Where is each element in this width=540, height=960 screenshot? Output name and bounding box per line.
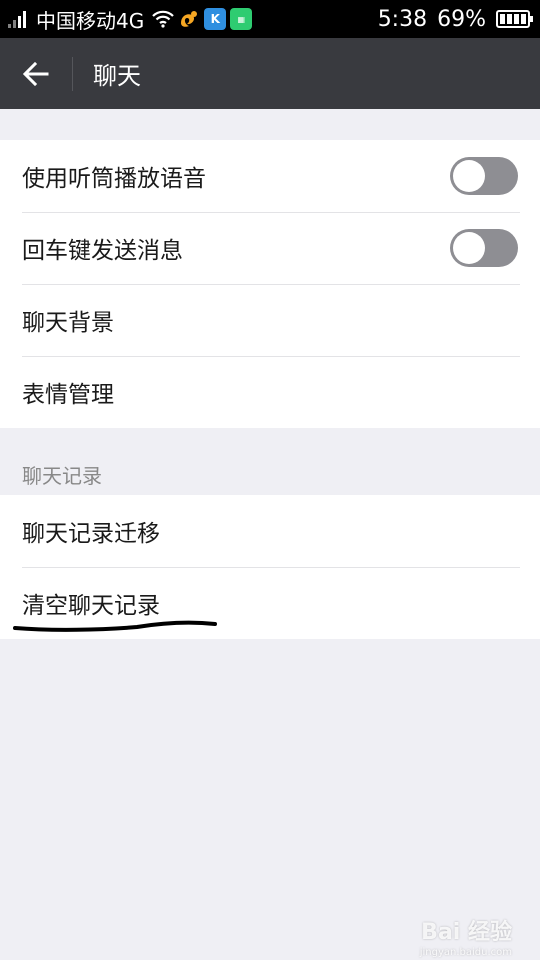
migrate-chat-history-row[interactable]: 聊天记录迁移: [0, 495, 540, 567]
back-button[interactable]: [0, 38, 72, 109]
carrier-label: 中国移动4G: [36, 8, 145, 33]
migrate-chat-history-label: 聊天记录迁移: [22, 521, 160, 547]
app-icon: ▦: [230, 8, 253, 30]
sticker-management-label: 表情管理: [22, 382, 114, 408]
watermark-text: Bai 经验: [421, 920, 512, 945]
uc-browser-icon: [178, 8, 200, 30]
chat-background-row[interactable]: 聊天背景: [0, 284, 540, 356]
earpiece-playback-label: 使用听筒播放语音: [22, 166, 206, 192]
enter-to-send-toggle[interactable]: [450, 229, 518, 267]
action-bar: 聊天: [0, 38, 540, 109]
earpiece-playback-row[interactable]: 使用听筒播放语音: [0, 140, 540, 212]
earpiece-playback-toggle[interactable]: [450, 157, 518, 195]
chat-settings-group: 使用听筒播放语音 回车键发送消息 聊天背景 表情管理: [0, 140, 540, 428]
enter-to-send-row[interactable]: 回车键发送消息: [0, 212, 540, 284]
chat-history-header: 聊天记录: [22, 464, 102, 488]
watermark-subtext: jingyan.baidu.com: [419, 947, 512, 958]
arrow-left-icon: [23, 61, 49, 86]
chat-background-label: 聊天背景: [22, 310, 114, 336]
baidu-watermark: Bai 经验: [421, 914, 512, 946]
enter-to-send-label: 回车键发送消息: [22, 238, 183, 264]
signal-icon: [8, 10, 26, 28]
sticker-management-row[interactable]: 表情管理: [0, 356, 540, 428]
status-bar: 中国移动4G K ▦ 5:38 69%: [0, 0, 540, 38]
title-divider: [72, 56, 73, 91]
battery-icon: [496, 10, 533, 28]
underline-annotation: [13, 620, 217, 632]
wifi-icon: [152, 10, 175, 28]
battery-percent: 69%: [437, 6, 486, 32]
kugou-icon: K: [204, 8, 227, 30]
page-title: 聊天: [93, 62, 141, 90]
clock: 5:38: [377, 6, 428, 32]
